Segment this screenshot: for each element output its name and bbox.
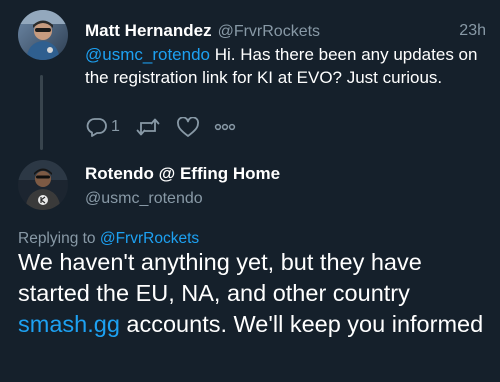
- reply-count: 1: [111, 118, 120, 135]
- parent-tweet-text: @usmc_rotendo Hi. Has there been any upd…: [85, 43, 485, 89]
- thread-connector-line: [40, 75, 43, 150]
- mention-link[interactable]: @usmc_rotendo: [85, 45, 210, 64]
- more-icon: [214, 121, 236, 133]
- replying-to-handle-link[interactable]: @FrvrRockets: [100, 230, 199, 247]
- retweet-button[interactable]: [136, 117, 160, 137]
- reply-icon: [86, 117, 108, 137]
- reply-author-handle[interactable]: @usmc_rotendo: [85, 190, 203, 208]
- parent-author[interactable]: Matt Hernandez @FrvrRockets: [85, 21, 320, 41]
- retweet-icon: [136, 117, 160, 137]
- reply-button[interactable]: 1: [86, 117, 120, 137]
- tweet-thread: Matt Hernandez @FrvrRockets 23h @usmc_rot…: [0, 0, 500, 382]
- replying-to-label: Replying to: [18, 230, 100, 247]
- tweet-actions: 1: [86, 116, 236, 138]
- more-options-button[interactable]: [214, 121, 236, 133]
- avatar-rotendo[interactable]: [18, 160, 68, 210]
- replying-to-line: Replying to @FrvrRockets: [18, 230, 199, 248]
- reply-text-part1: We haven't anything yet, but they have s…: [18, 249, 422, 306]
- reply-tweet-text: We haven't anything yet, but they have s…: [18, 247, 488, 340]
- like-button[interactable]: [176, 116, 200, 138]
- author-name[interactable]: Matt Hernandez: [85, 21, 212, 40]
- reply-text-part2: accounts. We'll keep you informed: [119, 311, 484, 337]
- reply-author-name[interactable]: Rotendo @ Effing Home: [85, 164, 280, 184]
- author-handle[interactable]: @FrvrRockets: [218, 23, 320, 40]
- avatar-matt-hernandez[interactable]: [18, 10, 68, 60]
- tweet-timestamp[interactable]: 23h: [459, 22, 486, 40]
- like-icon: [176, 116, 200, 138]
- smashgg-link[interactable]: smash.gg: [18, 311, 120, 337]
